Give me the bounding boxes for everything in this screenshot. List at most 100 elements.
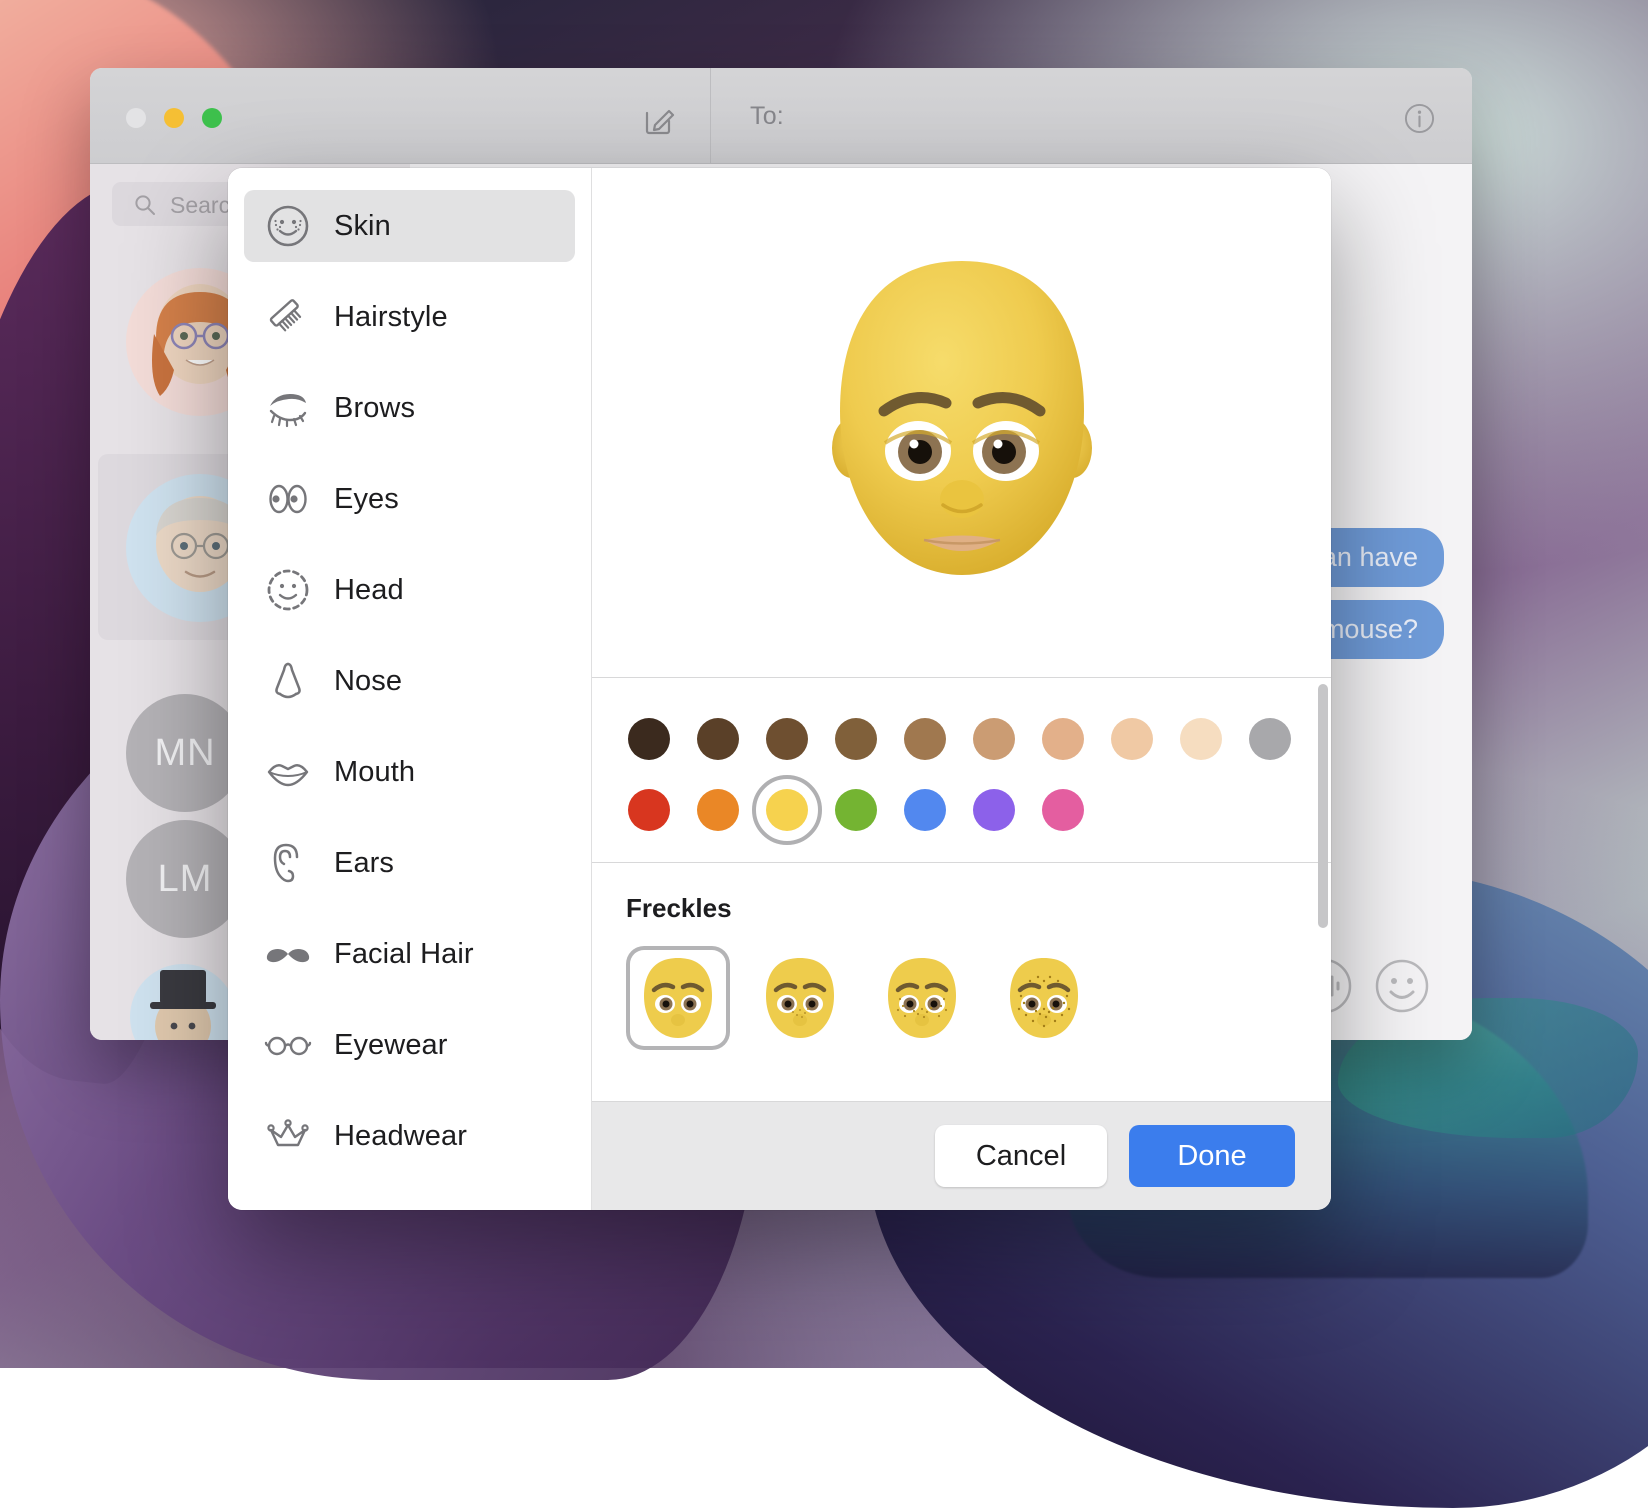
swatch-cell[interactable]	[683, 775, 752, 844]
done-button[interactable]: Done	[1129, 1125, 1295, 1187]
skin-swatch	[697, 718, 739, 760]
swatch-cell[interactable]	[614, 704, 683, 773]
sidebar-item-label: Eyewear	[334, 1029, 448, 1062]
swatch-cell[interactable]	[614, 775, 683, 844]
skin-swatch	[1042, 718, 1084, 760]
spacer	[244, 626, 575, 645]
memoji-preview-bald-yellow	[812, 253, 1112, 593]
sidebar-item-head[interactable]: Head	[244, 554, 575, 626]
sidebar-item-label: Nose	[334, 665, 402, 698]
swatch-cell[interactable]	[959, 704, 1028, 773]
sidebar-item-mouth[interactable]: Mouth	[244, 736, 575, 808]
close-window-button[interactable]	[126, 108, 146, 128]
swatch-cell[interactable]	[1097, 704, 1166, 773]
sidebar-item-brows[interactable]: Brows	[244, 372, 575, 444]
swatch-cell[interactable]	[683, 704, 752, 773]
sidebar-item-headwear[interactable]: Headwear	[244, 1100, 575, 1172]
sidebar-item-skin[interactable]: Skin	[244, 190, 575, 262]
freckles-title: Freckles	[626, 893, 1331, 924]
memoji-preview-pane	[592, 168, 1331, 678]
avatar	[130, 964, 236, 1040]
swatch-cell-selected[interactable]	[752, 775, 821, 844]
sidebar-item-label: Ears	[334, 847, 394, 880]
maximize-window-button[interactable]	[202, 108, 222, 128]
swatch-cell[interactable]	[1235, 704, 1304, 773]
spacer	[244, 1081, 575, 1100]
skin-swatch	[697, 789, 739, 831]
freckles-section: Freckles	[592, 863, 1331, 1102]
skin-swatch	[628, 789, 670, 831]
swatch-cell[interactable]	[1028, 704, 1097, 773]
sidebar-item-eyewear[interactable]: Eyewear	[244, 1009, 575, 1081]
sidebar-item-label: Headwear	[334, 1120, 467, 1153]
smiley-face-icon[interactable]	[1374, 958, 1430, 1014]
avatar-initials: MN	[126, 694, 244, 812]
freckles-option-light[interactable]	[748, 946, 852, 1050]
spacer	[244, 535, 575, 554]
window-titlebar: To:	[90, 68, 1472, 164]
eyes-icon	[264, 475, 312, 523]
nose-icon	[264, 657, 312, 705]
avatar-initials: LM	[126, 820, 244, 938]
spacer	[244, 353, 575, 372]
minimize-window-button[interactable]	[164, 108, 184, 128]
skin-swatch	[1111, 718, 1153, 760]
skin-swatch	[835, 718, 877, 760]
info-icon[interactable]	[1403, 102, 1436, 135]
comb-icon	[264, 293, 312, 341]
sidebar-item-label: Mouth	[334, 756, 415, 789]
lips-icon	[264, 748, 312, 796]
spacer	[244, 990, 575, 1009]
cancel-button[interactable]: Cancel	[935, 1125, 1107, 1187]
vertical-scrollbar[interactable]	[1318, 684, 1328, 928]
freckles-thumb	[878, 954, 966, 1042]
sidebar-item-hairstyle[interactable]: Hairstyle	[244, 281, 575, 353]
ear-icon	[264, 839, 312, 887]
skin-tone-swatch-pane	[592, 678, 1331, 863]
swatch-cell[interactable]	[959, 775, 1028, 844]
freckles-thumb	[756, 954, 844, 1042]
skin-swatch	[1249, 718, 1291, 760]
crown-icon	[264, 1112, 312, 1160]
skin-swatch	[973, 789, 1015, 831]
compose-icon[interactable]	[643, 103, 677, 137]
sidebar-item-label: Hairstyle	[334, 301, 448, 334]
skin-tone-row-natural	[592, 704, 1331, 773]
to-field-label: To:	[750, 102, 784, 131]
sidebar-item-facial-hair[interactable]: Facial Hair	[244, 918, 575, 990]
sidebar-item-ears[interactable]: Ears	[244, 827, 575, 899]
sidebar-item-nose[interactable]: Nose	[244, 645, 575, 717]
sidebar-item-eyes[interactable]: Eyes	[244, 463, 575, 535]
sidebar-item-label: Facial Hair	[334, 938, 474, 971]
memoji-tophat	[130, 964, 236, 1040]
freckles-option-medium[interactable]	[870, 946, 974, 1050]
search-icon	[134, 194, 156, 216]
skin-swatch	[904, 718, 946, 760]
swatch-cell[interactable]	[890, 704, 959, 773]
sidebar-item-label: Skin	[334, 210, 391, 243]
memoji-editor-main: Freckles	[592, 168, 1331, 1210]
swatch-cell[interactable]	[752, 704, 821, 773]
skin-swatch	[628, 718, 670, 760]
freckles-option-none[interactable]	[626, 946, 730, 1050]
spacer	[244, 717, 575, 736]
freckles-thumb	[1000, 954, 1088, 1042]
memoji-editor-dialog: Skin Hairstyle	[228, 168, 1331, 1210]
swatch-cell[interactable]	[1166, 704, 1235, 773]
skin-swatch	[835, 789, 877, 831]
swatch-cell[interactable]	[890, 775, 959, 844]
sidebar-item-label: Head	[334, 574, 404, 607]
mustache-icon	[264, 930, 312, 978]
titlebar-divider	[710, 68, 711, 164]
swatch-cell[interactable]	[1028, 775, 1097, 844]
swatch-cell[interactable]	[821, 704, 890, 773]
swatch-cell[interactable]	[821, 775, 890, 844]
freckles-thumb	[634, 954, 722, 1042]
sidebar-item-label: Eyes	[334, 483, 399, 516]
freckles-option-heavy[interactable]	[992, 946, 1096, 1050]
spacer	[244, 444, 575, 463]
freckles-options-row	[626, 946, 1331, 1050]
skin-swatch	[973, 718, 1015, 760]
dialog-footer: Cancel Done	[592, 1102, 1331, 1210]
freckled-face-icon	[264, 202, 312, 250]
